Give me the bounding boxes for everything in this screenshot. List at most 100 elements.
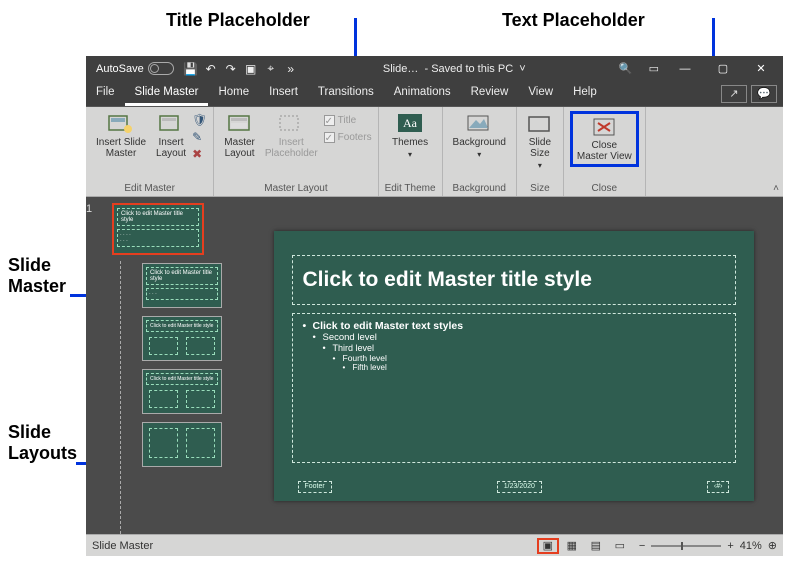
view-buttons: ▣ ▦ ▤ ▭ [537,538,631,554]
background-button[interactable]: Background ▾ [449,111,510,161]
thumb-body: · · · [146,288,218,300]
slide-canvas[interactable]: Click to edit Master title style Click t… [244,197,783,534]
thumb-col [186,428,215,458]
insert-placeholder-button: Insert Placeholder [261,111,322,161]
tab-animations[interactable]: Animations [384,81,461,106]
overflow-icon[interactable]: » [284,62,298,76]
thumb-index: 1 [86,203,92,215]
fit-to-window-icon[interactable]: ⊕ [768,539,777,552]
ribbon-display-icon[interactable]: ▭ [649,62,659,75]
body-level-2: Second level [313,332,725,343]
slide-layout-thumbnail[interactable]: Click to edit Master title style [142,369,222,414]
footer-date-placeholder[interactable]: 1/23/2020 [497,481,542,493]
insert-layout-button[interactable]: Insert Layout [152,111,190,161]
zoom-control[interactable]: − + 41% ⊕ [639,539,777,552]
slide-layout-thumbnail[interactable] [142,422,222,467]
close-master-view-button[interactable]: Close Master View [570,111,639,167]
tab-insert[interactable]: Insert [259,81,308,106]
insert-placeholder-label: Insert Placeholder [265,137,318,159]
close-master-view-label: Close Master View [577,140,632,162]
title-checkbox: ✓Title [324,115,372,126]
redo-icon[interactable]: ↷ [224,62,238,76]
chevron-down-icon: ▾ [477,150,481,159]
save-icon[interactable]: 💾 [184,62,198,76]
touch-icon[interactable]: ⌖ [264,62,278,76]
ribbon-group-close: Close Master View Close [564,107,646,196]
slideshow-view-button[interactable]: ▭ [609,538,631,554]
ribbon-group-label-size: Size [530,181,549,194]
share-button[interactable]: ↗ [721,85,747,103]
search-icon[interactable]: 🔍 [619,62,633,75]
title-placeholder[interactable]: Click to edit Master title style [292,255,736,305]
tab-slide-master[interactable]: Slide Master [125,81,209,106]
background-icon [466,113,492,135]
slide-master-thumbnail[interactable]: Click to edit Master title style · · · ·… [112,203,204,255]
tab-review[interactable]: Review [461,81,519,106]
autosave-switch[interactable] [148,62,174,75]
doc-title: Slide… - Saved to this PC ˅ [298,63,611,75]
doc-dropdown-icon[interactable]: ˅ [519,63,525,75]
zoom-value: 41% [740,540,762,552]
footer-number-placeholder[interactable]: ‹#› [707,481,730,493]
footer-placeholders[interactable]: Footer 1/23/2020 ‹#› [292,479,736,495]
annotation-slide-master: Slide Master [8,255,66,297]
preserve-icon[interactable]: 🛡 [192,113,207,127]
zoom-out-icon[interactable]: − [639,540,645,552]
tab-view[interactable]: View [518,81,563,106]
background-label: Background [453,137,506,148]
autosave-toggle[interactable]: AutoSave [96,62,174,75]
tab-home[interactable]: Home [208,81,259,106]
thumb-col [186,337,215,355]
tab-help[interactable]: Help [563,81,607,106]
rename-icon[interactable]: ✎ [192,130,207,144]
titlebar: AutoSave 💾 ↶ ↷ ▣ ⌖ » Slide… - Saved to t… [86,56,783,81]
insert-slide-master-icon [108,113,134,135]
master-layout-icon [227,113,253,135]
body-placeholder[interactable]: Click to edit Master text styles Second … [292,313,736,463]
insert-layout-label: Insert Layout [156,137,186,159]
ribbon-group-label-close: Close [592,181,618,194]
tab-transitions[interactable]: Transitions [308,81,384,106]
slide-size-icon [527,113,553,135]
zoom-in-icon[interactable]: + [727,540,733,552]
slide-master-editor[interactable]: Click to edit Master title style Click t… [274,231,754,501]
annotation-slide-layouts: Slide Layouts [8,422,77,464]
slide-layout-thumbnail[interactable]: Click to edit Master title style · · · [142,263,222,308]
reading-view-button[interactable]: ▤ [585,538,607,554]
svg-text:Aa: Aa [403,116,418,130]
maximize-button[interactable]: ▢ [705,56,741,81]
layout-tree-line [120,261,121,534]
thumb-col [186,390,215,408]
slideshow-icon[interactable]: ▣ [244,62,258,76]
quick-access-toolbar: 💾 ↶ ↷ ▣ ⌖ » [184,62,298,76]
close-button[interactable]: ✕ [743,56,779,81]
chevron-down-icon: ▾ [408,150,412,159]
ribbon-group-master-layout: Master Layout Insert Placeholder ✓Title … [214,107,378,196]
collapse-ribbon-icon[interactable]: ˄ [773,183,779,194]
comments-button[interactable]: 💬 [751,85,777,103]
thumbnail-panel[interactable]: 1 Click to edit Master title style · · ·… [86,197,244,534]
undo-icon[interactable]: ↶ [204,62,218,76]
tab-file[interactable]: File [86,81,125,106]
sorter-view-button[interactable]: ▦ [561,538,583,554]
ribbon: Insert Slide Master Insert Layout 🛡 ✎ ✖ … [86,107,783,197]
zoom-slider[interactable] [651,545,721,547]
insert-slide-master-button[interactable]: Insert Slide Master [92,111,150,161]
slide-layout-thumbnail[interactable]: Click to edit Master title style [142,316,222,361]
insert-layout-icon [158,113,184,135]
autosave-label: AutoSave [96,63,144,75]
master-layout-button[interactable]: Master Layout [220,111,259,161]
title-checkbox-label: Title [338,115,357,126]
thumb-title: Click to edit Master title style [146,320,218,332]
minimize-button[interactable]: — [667,56,703,81]
footer-text-placeholder[interactable]: Footer [298,481,332,493]
delete-icon[interactable]: ✖ [192,147,207,161]
thumb-col [149,428,178,458]
thumb-title: Click to edit Master title style [146,267,218,285]
ribbon-group-edit-master: Insert Slide Master Insert Layout 🛡 ✎ ✖ … [86,107,214,196]
slide-size-button[interactable]: Slide Size ▾ [523,111,557,172]
ribbon-group-edit-theme: Aa Themes ▾ Edit Theme [379,107,443,196]
ribbon-group-background: Background ▾ Background [443,107,517,196]
themes-button[interactable]: Aa Themes ▾ [388,111,432,161]
normal-view-button[interactable]: ▣ [537,538,559,554]
